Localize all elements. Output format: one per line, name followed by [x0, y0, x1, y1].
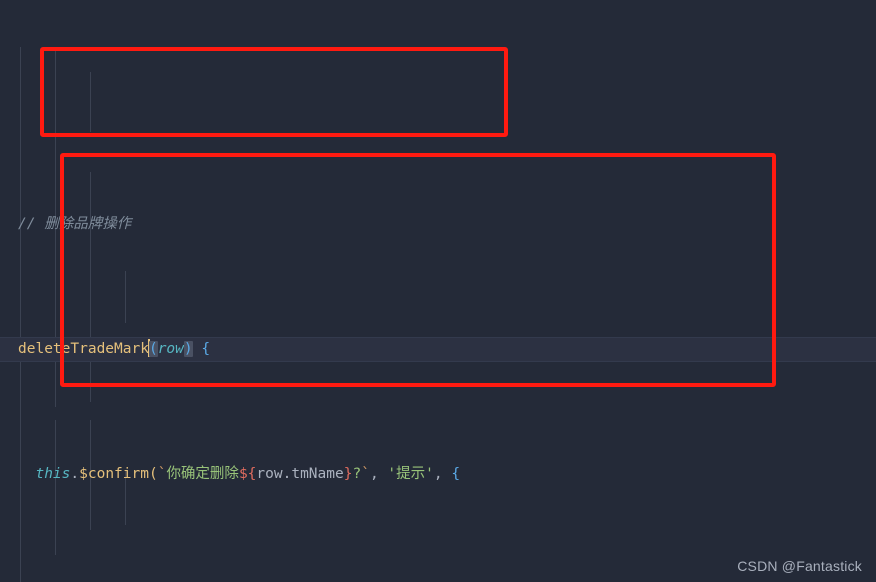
code-line[interactable]: this.$confirm(`你确定删除${row.tmName}?`, '提示…	[0, 462, 876, 487]
code-line[interactable]: // 删除品牌操作	[0, 212, 876, 237]
screenshot-root: }; // 删除品牌操作 deleteTradeMark(row) { this…	[0, 0, 876, 582]
code-line[interactable]: };	[0, 100, 876, 112]
code-line-current[interactable]: deleteTradeMark(row) {	[0, 337, 876, 362]
watermark: CSDN @Fantastick	[737, 558, 862, 574]
code-editor-content[interactable]: }; // 删除品牌操作 deleteTradeMark(row) { this…	[0, 0, 876, 582]
code-comment: // 删除品牌操作	[18, 216, 132, 232]
